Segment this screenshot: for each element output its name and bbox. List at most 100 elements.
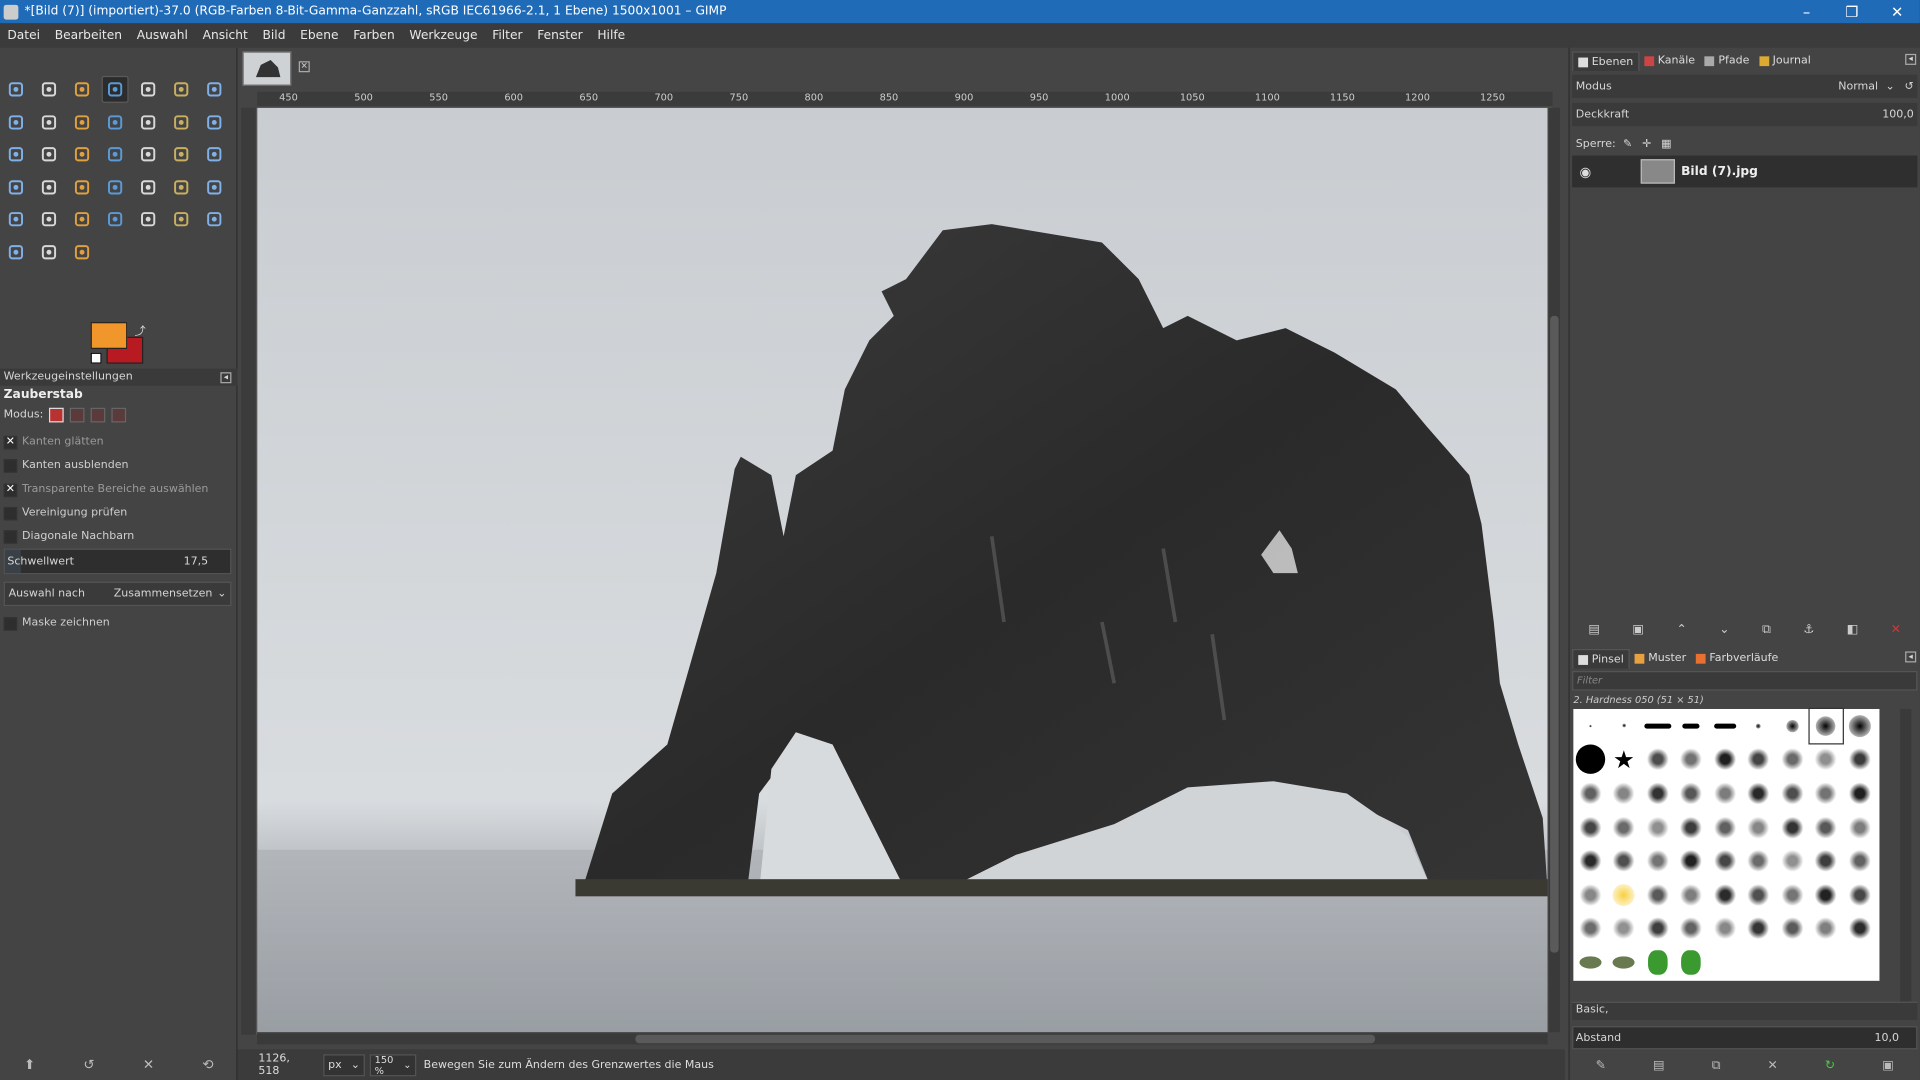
measure-icon[interactable] <box>102 108 129 135</box>
option-antialias[interactable]: ✕ Kanten glätten <box>3 432 232 452</box>
text-icon[interactable] <box>69 173 96 200</box>
brush-sample[interactable] <box>1809 777 1843 811</box>
duplicate-layer-icon[interactable]: ⧉ <box>1762 623 1771 636</box>
brush-sample[interactable] <box>1708 878 1742 912</box>
horizontal-scrollbar[interactable] <box>257 1033 1548 1045</box>
brush-sample[interactable] <box>1641 946 1675 980</box>
ink-icon[interactable] <box>69 206 96 233</box>
image-canvas[interactable] <box>257 107 1548 1033</box>
brush-sample[interactable] <box>1674 878 1708 912</box>
brush-sample[interactable] <box>1573 878 1607 912</box>
brush-sample[interactable] <box>1843 878 1877 912</box>
zoom-select[interactable]: 150 % ⌄ <box>369 1053 417 1076</box>
brush-sample[interactable] <box>1775 912 1809 946</box>
brush-sample[interactable] <box>1807 707 1844 744</box>
brush-sample[interactable] <box>1708 946 1742 980</box>
menu-ansicht[interactable]: Ansicht <box>195 29 255 42</box>
brush-sample[interactable] <box>1809 912 1843 946</box>
brush-sample[interactable] <box>1742 810 1776 844</box>
brush-sample[interactable] <box>1843 709 1877 743</box>
brush-sample[interactable] <box>1809 878 1843 912</box>
brush-sample[interactable] <box>1641 844 1675 878</box>
heal-icon[interactable] <box>168 206 195 233</box>
menu-hilfe[interactable]: Hilfe <box>590 29 633 42</box>
brush-sample[interactable] <box>1641 912 1675 946</box>
brush-sample[interactable] <box>1674 777 1708 811</box>
scissors-select-icon[interactable] <box>168 76 195 103</box>
open-as-image-icon[interactable]: ▣ <box>1882 1059 1894 1072</box>
minimize-button[interactable]: – <box>1784 3 1829 20</box>
brush-sample[interactable] <box>1674 912 1708 946</box>
layer-mode-row[interactable]: Modus Normal ⌄ ↺ <box>1572 74 1918 98</box>
visibility-eye-icon[interactable]: ◉ <box>1579 163 1596 179</box>
delete-brush-icon[interactable]: ✕ <box>1767 1059 1777 1072</box>
pencil-icon[interactable] <box>168 173 195 200</box>
3d-transform-icon[interactable] <box>201 141 228 168</box>
tab-pinsel[interactable]: Pinsel <box>1572 648 1630 669</box>
brush-sample[interactable] <box>1843 844 1877 878</box>
dodge-burn-icon[interactable] <box>69 238 96 265</box>
cage-transform-icon[interactable] <box>2 173 29 200</box>
unified-transform-icon[interactable] <box>2 141 29 168</box>
airbrush-icon[interactable] <box>36 206 63 233</box>
blur-icon[interactable] <box>2 238 29 265</box>
reset-icon[interactable]: ⟲ <box>202 1056 213 1072</box>
brush-sample[interactable] <box>1641 777 1675 811</box>
magic-wand-icon[interactable] <box>101 75 129 103</box>
brush-sample[interactable] <box>1674 743 1708 777</box>
horizontal-scroll-thumb[interactable] <box>635 1034 1376 1044</box>
brush-sample[interactable] <box>1641 878 1675 912</box>
eraser-icon[interactable] <box>2 206 29 233</box>
brush-sample[interactable] <box>1809 743 1843 777</box>
scale-icon[interactable] <box>69 141 96 168</box>
brush-sample[interactable] <box>1641 743 1675 777</box>
default-colors-icon[interactable] <box>90 352 102 364</box>
foreground-select-icon[interactable] <box>201 76 228 103</box>
close-tab-icon[interactable]: ✕ <box>298 61 310 73</box>
menu-filter[interactable]: Filter <box>485 29 530 42</box>
vertical-scrollbar[interactable] <box>1548 107 1560 1033</box>
brush-filter-input[interactable]: Filter <box>1572 671 1918 691</box>
brush-grid[interactable]: ★ <box>1573 707 1880 981</box>
dock-menu-icon[interactable]: ◂ <box>1905 651 1917 663</box>
lock-position-icon[interactable]: ✛ <box>1642 138 1651 150</box>
brush-sample[interactable] <box>1809 844 1843 878</box>
align-icon[interactable] <box>168 108 195 135</box>
brush-sample[interactable] <box>1674 810 1708 844</box>
mode-add-button[interactable] <box>70 407 86 423</box>
brush-scrollbar[interactable] <box>1900 708 1912 1003</box>
save-preset-icon[interactable]: ⬆ <box>24 1056 35 1072</box>
new-brush-icon[interactable]: ▤ <box>1653 1059 1665 1072</box>
shear-icon[interactable] <box>102 141 129 168</box>
smudge-icon[interactable] <box>36 238 63 265</box>
refresh-brushes-icon[interactable]: ↻ <box>1825 1059 1835 1072</box>
brush-sample[interactable] <box>1708 709 1742 743</box>
brush-sample[interactable] <box>1607 946 1641 980</box>
checkbox[interactable]: ✕ <box>3 483 18 497</box>
unit-select[interactable]: px ⌄ <box>323 1053 365 1076</box>
brush-sample[interactable] <box>1775 743 1809 777</box>
select-by-color-icon[interactable] <box>135 76 162 103</box>
brush-sample[interactable] <box>1573 844 1607 878</box>
brush-sample[interactable] <box>1573 743 1607 777</box>
warp-icon[interactable] <box>36 173 63 200</box>
menu-fenster[interactable]: Fenster <box>530 29 590 42</box>
brush-sample[interactable] <box>1607 810 1641 844</box>
foreground-color-swatch[interactable] <box>90 322 128 349</box>
bucket-fill-icon[interactable] <box>102 173 129 200</box>
brush-sample[interactable] <box>1674 844 1708 878</box>
lower-layer-icon[interactable]: ⌄ <box>1719 623 1729 636</box>
brush-sample[interactable] <box>1775 709 1809 743</box>
restore-icon[interactable]: ↺ <box>83 1056 94 1072</box>
menu-datei[interactable]: Datei <box>0 29 47 42</box>
dock-menu-icon[interactable]: ◂ <box>220 372 232 384</box>
ellipse-select-icon[interactable] <box>36 76 63 103</box>
mypaint-brush-icon[interactable] <box>102 206 129 233</box>
lock-alpha-icon[interactable]: ▦ <box>1661 138 1671 150</box>
raise-layer-icon[interactable]: ⌃ <box>1676 623 1686 636</box>
select-by-combo[interactable]: Auswahl nach Zusammensetzen ⌄ <box>3 581 232 607</box>
brush-sample[interactable] <box>1742 743 1776 777</box>
edit-brush-icon[interactable]: ✎ <box>1596 1059 1606 1072</box>
brush-sample[interactable] <box>1708 810 1742 844</box>
close-button[interactable]: ✕ <box>1875 3 1920 20</box>
